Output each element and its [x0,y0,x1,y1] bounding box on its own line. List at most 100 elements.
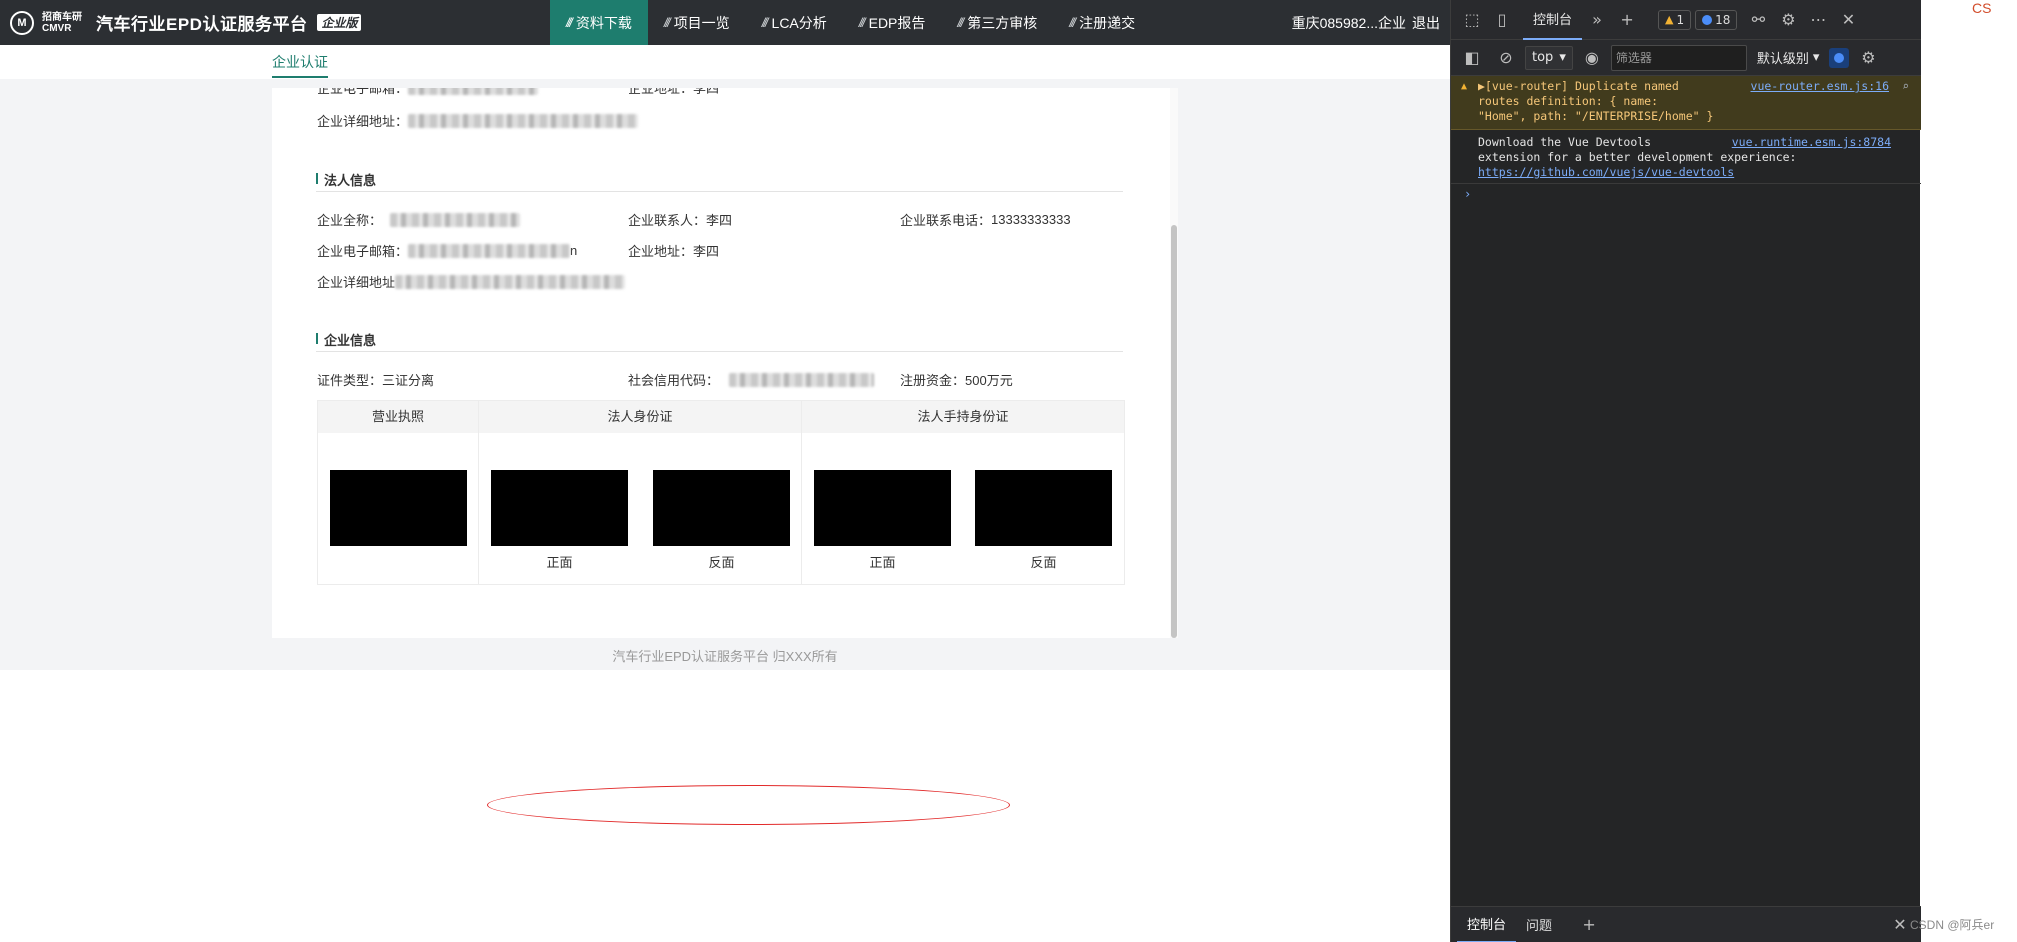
image-caption: 正面 [869,555,896,570]
nav-bars-icon: /// [663,15,671,30]
tab-enterprise-certification[interactable]: 企业认证 [272,52,328,78]
message-icon [1702,14,1713,25]
more-tabs-icon[interactable]: » [1582,5,1612,35]
cert-type-row: 证件类型： 三证分离 [317,370,434,389]
field-value: 李四 [693,244,720,259]
blurred-value [395,274,626,289]
field-value: 13333333333 [991,212,1071,227]
nav-item-label: 资料下载 [575,14,632,31]
console-prompt[interactable]: › [1451,184,1921,202]
user-area: 重庆085982...企业 退出 [1292,0,1440,45]
network-conditions-icon[interactable]: ⚯ [1743,5,1773,35]
source-link[interactable]: vue.runtime.esm.js:8784 [1732,135,1891,150]
devtools-panel: ⬚ ▯ 控制台 » + ▲ 1 18 ⚯ ⚙ ⋯ ✕ ◧ ⊘ top ▾ ◉ 默… [1450,0,1921,942]
more-options-icon[interactable]: ⋯ [1803,5,1833,35]
message-count-badge[interactable]: 18 [1695,9,1738,30]
nav-item-register-submit[interactable]: /// 注册递交 [1053,0,1151,45]
field-label: 企业联系人： [628,213,707,228]
console-filter-input[interactable] [1610,44,1747,71]
search-icon[interactable]: ⌕ [1902,79,1909,94]
warning-icon: ▲ [1665,13,1674,26]
nav-item-label: 项目一览 [673,14,730,31]
field-label: 企业详细地址 [317,275,396,290]
id-card-back-image[interactable] [653,470,790,546]
field-label: 企业联系电话： [900,213,992,228]
context-select[interactable]: top ▾ [1525,45,1573,70]
handheld-back-image[interactable] [975,470,1112,546]
top-address-row: 企业地址： 李四 [628,88,719,97]
column-handheld-id-card: 法人手持身份证 正面 反面 [802,401,1124,584]
top-email-row: 企业电子邮箱： [317,88,539,97]
page-footer: 汽车行业EPD认证服务平台 归XXX所有 [612,649,838,664]
legal-info-heading: 法人信息 [316,170,1123,192]
expand-triangle-icon[interactable]: ▶ [1478,79,1485,93]
handheld-front-image[interactable] [814,470,951,546]
blurred-value [408,243,571,258]
nav-bars-icon: /// [566,15,573,30]
log-level-select[interactable]: 默认级别 ▾ [1757,48,1820,67]
sidebar-toggle-icon[interactable]: ◧ [1457,43,1487,73]
nav-item-lca[interactable]: /// LCA分析 [746,0,843,45]
log-level-value: 默认级别 [1756,52,1809,67]
logo-cn: 招商车研 [42,11,82,23]
field-value: n [570,243,578,258]
image-caption: 反面 [708,555,735,570]
nav-item-label: 第三方审核 [967,14,1038,31]
console-output: ▲ ▶[vue-router] Duplicate named routes d… [1451,76,1921,202]
nav-item-edp-report[interactable]: /// EDP报告 [843,0,942,45]
card-scrollbar[interactable] [1170,88,1178,638]
nav-item-download[interactable]: /// 资料下载 [550,0,648,45]
chevron-down-icon: ▾ [1812,50,1820,65]
column-legal-id-card: 法人身份证 正面 反面 [479,401,802,584]
devtools-url-link[interactable]: https://github.com/vuejs/vue-devtools [1478,165,1734,179]
logout-link[interactable]: 退出 [1412,13,1440,33]
warning-icon: ▲ [1461,81,1468,92]
image-caption: 正面 [546,555,573,570]
context-value: top [1532,50,1554,65]
brand[interactable]: M 招商车研 CMVR 汽车行业EPD认证服务平台 企业版 [10,0,362,45]
legal-detail-address-row: 企业详细地址 [317,272,626,291]
nav-item-projects[interactable]: /// 项目一览 [648,0,746,45]
drawer-tab-console[interactable]: 控制台 [1457,907,1517,942]
field-value: 李四 [706,213,733,228]
blurred-value [390,212,521,227]
nav-bars-icon: /// [1069,15,1076,30]
nav-item-label: LCA分析 [771,14,827,31]
devtools-toolbar: ⬚ ▯ 控制台 » + ▲ 1 18 ⚯ ⚙ ⋯ ✕ [1451,0,1921,40]
user-name[interactable]: 重庆085982...企业 [1292,13,1406,33]
console-filter-bar: ◧ ⊘ top ▾ ◉ 默认级别 ▾ ⚙ [1451,40,1921,76]
id-card-front-image[interactable] [491,470,628,546]
column-title: 法人手持身份证 [917,409,1009,424]
field-label: 注册资金： [900,373,966,388]
issues-message-icon[interactable] [1829,47,1850,68]
message-line: [vue-router] Duplicate named [1484,79,1679,93]
tab-console[interactable]: 控制台 [1523,0,1583,40]
warning-count-badge[interactable]: ▲ 1 [1658,9,1692,30]
console-warning-message[interactable]: ▲ ▶[vue-router] Duplicate named routes d… [1451,76,1921,130]
corner-text: CS [1972,0,1992,16]
inspect-element-icon[interactable]: ⬚ [1457,5,1487,35]
documents-table: 营业执照 法人身份证 正面 反面 法人手持身份证 正面 反面 [317,400,1125,585]
clear-console-icon[interactable]: ⊘ [1491,43,1521,73]
certification-card: 企业电子邮箱： 企业地址： 李四 企业详细地址： 法人信息 企业全称： 企业联系… [272,88,1178,638]
nav-bars-icon: /// [957,15,964,30]
close-devtools-icon[interactable]: ✕ [1833,5,1863,35]
settings-gear-icon[interactable]: ⚙ [1773,5,1803,35]
nav-item-label: EDP报告 [868,14,926,31]
field-label: 证件类型： [317,373,383,388]
add-tab-icon[interactable]: + [1612,5,1642,35]
device-toggle-icon[interactable]: ▯ [1487,5,1517,35]
add-drawer-tab-icon[interactable]: + [1574,910,1604,940]
live-expression-eye-icon[interactable]: ◉ [1577,43,1607,73]
field-label: 企业电子邮箱： [317,244,409,259]
scrollbar-thumb[interactable] [1171,225,1177,638]
platform-title: 汽车行业EPD认证服务平台 [96,15,308,34]
nav-item-third-party-audit[interactable]: /// 第三方审核 [941,0,1053,45]
sub-navbar: 企业认证 [0,45,1450,79]
column-business-license: 营业执照 [318,401,479,584]
source-link[interactable]: vue-router.esm.js:16 [1751,79,1889,94]
field-value: 500万元 [965,373,1013,388]
drawer-tab-issues[interactable]: 问题 [1516,907,1562,942]
business-license-image[interactable] [330,470,467,546]
console-settings-gear-icon[interactable]: ⚙ [1853,43,1883,73]
